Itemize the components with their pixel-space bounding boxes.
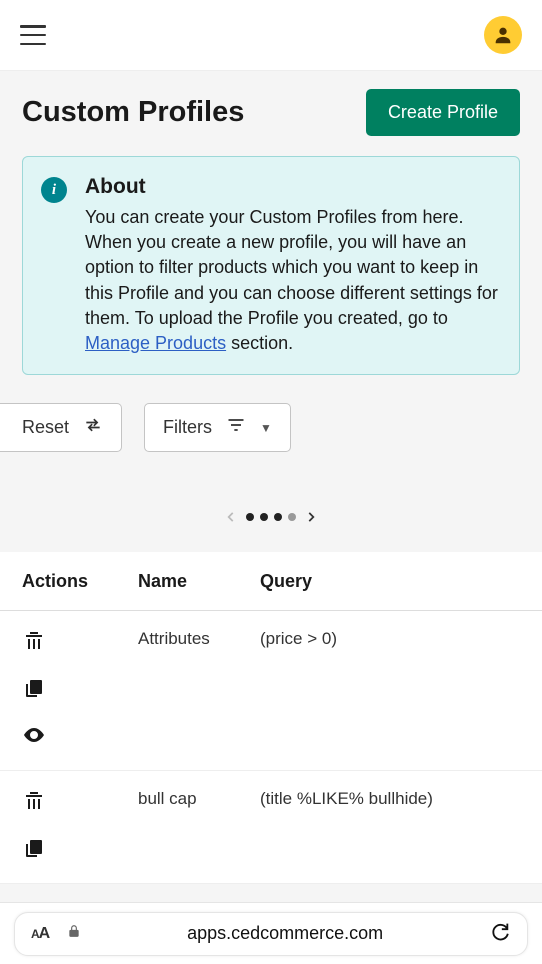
table-row: bull cap (title %LIKE% bullhide)	[0, 771, 542, 884]
about-content: About You can create your Custom Profile…	[85, 175, 501, 356]
about-title: About	[85, 175, 501, 199]
pagination-dots	[246, 513, 296, 521]
delete-icon[interactable]	[22, 789, 138, 818]
page-title: Custom Profiles	[22, 96, 244, 129]
reset-button[interactable]: Reset	[0, 403, 122, 452]
reset-label: Reset	[22, 417, 69, 438]
about-body-post: section.	[226, 333, 293, 353]
create-profile-button[interactable]: Create Profile	[366, 89, 520, 136]
reload-icon[interactable]	[489, 920, 511, 947]
about-text: You can create your Custom Profiles from…	[85, 205, 501, 356]
row-name: bull cap	[138, 789, 260, 809]
pagination-next-icon[interactable]	[304, 510, 318, 524]
info-icon: i	[41, 177, 67, 203]
eye-icon[interactable]	[22, 723, 138, 752]
pagination-dot[interactable]	[246, 513, 254, 521]
text-size-icon[interactable]: AA	[31, 925, 49, 943]
header-name: Name	[138, 571, 260, 592]
pagination-prev-icon[interactable]	[224, 510, 238, 524]
row-query: (price > 0)	[260, 629, 520, 649]
filters-button[interactable]: Filters ▼	[144, 403, 291, 452]
pagination-dot[interactable]	[274, 513, 282, 521]
chevron-down-icon: ▼	[260, 421, 272, 435]
header-query: Query	[260, 571, 520, 592]
delete-icon[interactable]	[22, 629, 138, 658]
manage-products-link[interactable]: Manage Products	[85, 333, 226, 353]
main-content: Custom Profiles Create Profile i About Y…	[0, 71, 542, 905]
top-bar	[0, 0, 542, 71]
copy-icon[interactable]	[22, 676, 138, 705]
hamburger-menu-icon[interactable]	[20, 25, 46, 45]
about-banner: i About You can create your Custom Profi…	[22, 156, 520, 375]
filter-icon	[226, 415, 246, 440]
avatar[interactable]	[484, 16, 522, 54]
table-header: Actions Name Query	[0, 553, 542, 611]
copy-icon[interactable]	[22, 836, 138, 865]
row-actions	[22, 629, 138, 752]
table-row: Attributes (price > 0)	[0, 611, 542, 771]
page-header: Custom Profiles Create Profile	[22, 89, 520, 136]
row-query: (title %LIKE% bullhide)	[260, 789, 520, 809]
lock-icon	[67, 924, 81, 943]
pagination-dot[interactable]	[288, 513, 296, 521]
profiles-table: Actions Name Query Attributes (price > 0…	[0, 552, 542, 884]
controls-row: Reset Filters ▼	[0, 403, 520, 452]
row-name: Attributes	[138, 629, 260, 649]
pagination-dot[interactable]	[260, 513, 268, 521]
browser-bar: AA apps.cedcommerce.com	[0, 902, 542, 964]
filters-label: Filters	[163, 417, 212, 438]
swap-icon	[83, 415, 103, 440]
row-actions	[22, 789, 138, 865]
about-body-pre: You can create your Custom Profiles from…	[85, 207, 498, 328]
pagination	[22, 462, 520, 552]
url-text: apps.cedcommerce.com	[99, 923, 471, 944]
address-bar[interactable]: AA apps.cedcommerce.com	[14, 912, 528, 956]
header-actions: Actions	[22, 571, 138, 592]
user-icon	[492, 24, 514, 46]
